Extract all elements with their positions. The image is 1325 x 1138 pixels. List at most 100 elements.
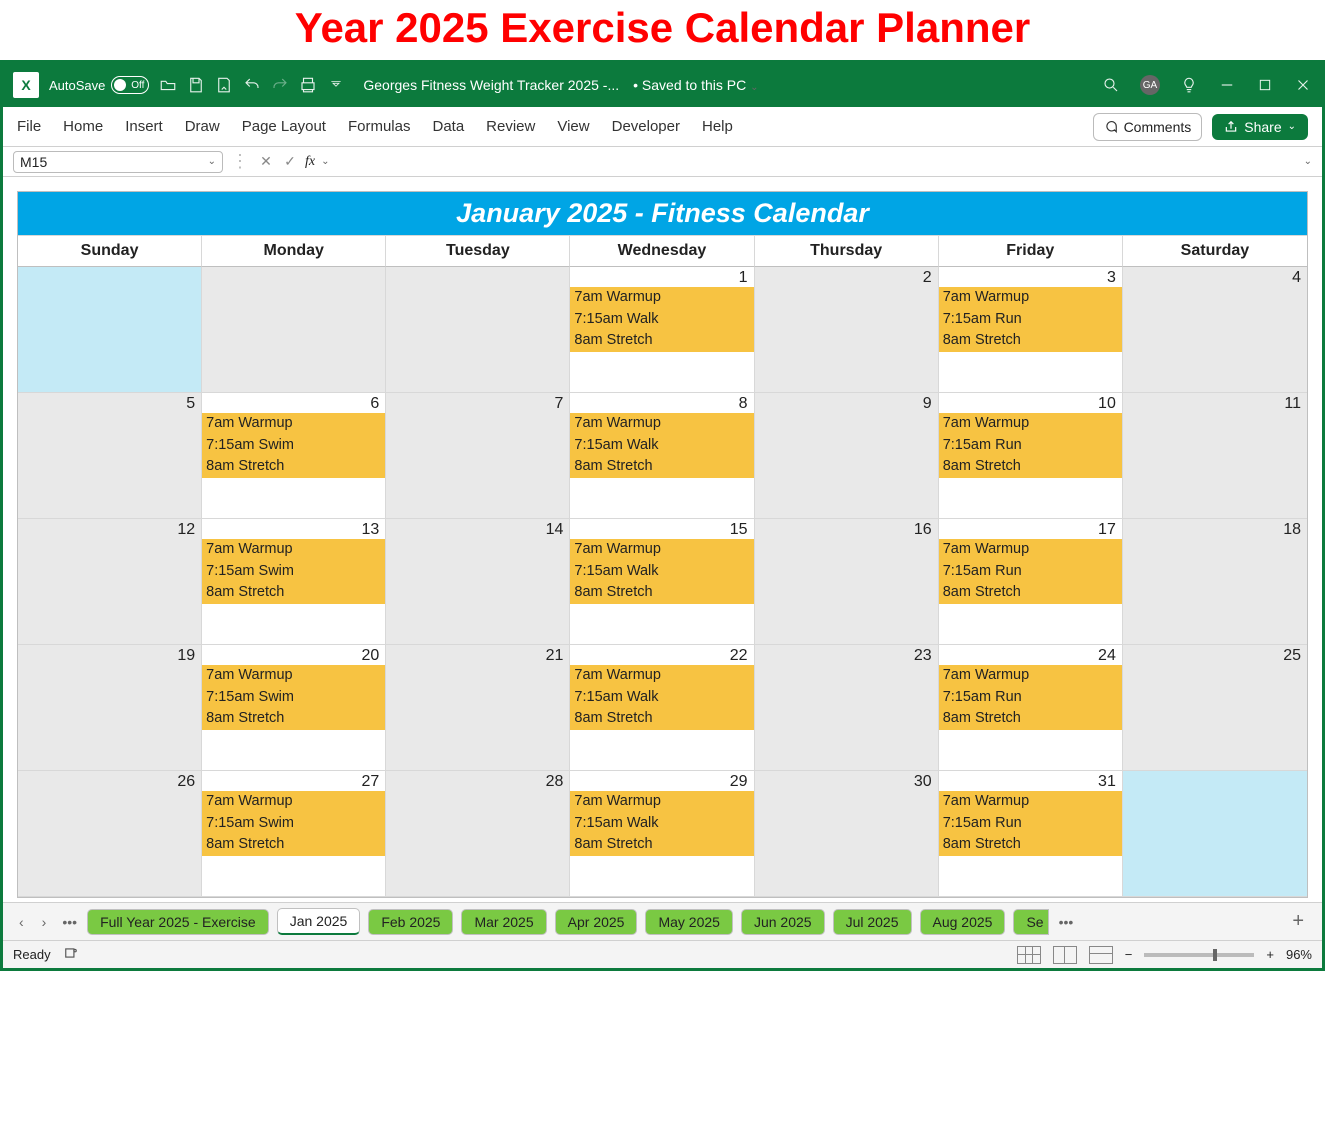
ribbon-tab-home[interactable]: Home bbox=[63, 118, 103, 135]
maximize-icon[interactable] bbox=[1256, 76, 1274, 94]
search-icon[interactable] bbox=[1102, 76, 1120, 94]
calendar-cell[interactable]: 67am Warmup7:15am Swim8am Stretch bbox=[202, 393, 386, 519]
calendar-cell[interactable]: 5 bbox=[18, 393, 202, 519]
sheet-tab[interactable]: Full Year 2025 - Exercise bbox=[87, 909, 269, 935]
sheet-tab[interactable]: Aug 2025 bbox=[920, 909, 1006, 935]
redo-icon[interactable] bbox=[271, 76, 289, 94]
sheet-nav-prev[interactable]: ‹ bbox=[13, 914, 30, 930]
worksheet-area[interactable]: January 2025 - Fitness Calendar SundayMo… bbox=[3, 177, 1322, 902]
sheet-nav-more-left[interactable]: ••• bbox=[58, 914, 81, 930]
ribbon-tab-developer[interactable]: Developer bbox=[612, 118, 680, 135]
sheet-tab[interactable]: May 2025 bbox=[645, 909, 732, 935]
calendar-cell[interactable] bbox=[202, 267, 386, 393]
comments-button[interactable]: Comments bbox=[1093, 113, 1203, 141]
calendar-cell[interactable]: 21 bbox=[386, 645, 570, 771]
autosave-toggle[interactable]: AutoSave Off bbox=[49, 76, 149, 94]
cancel-formula-icon[interactable]: ✕ bbox=[257, 153, 275, 170]
calendar-cell[interactable]: 23 bbox=[755, 645, 939, 771]
calendar-cell[interactable]: 157am Warmup7:15am Walk8am Stretch bbox=[570, 519, 754, 645]
zoom-out-button[interactable]: − bbox=[1125, 947, 1133, 962]
calendar-cell[interactable]: 7 bbox=[386, 393, 570, 519]
calendar-cell[interactable]: 317am Warmup7:15am Run8am Stretch bbox=[939, 771, 1123, 897]
minimize-icon[interactable] bbox=[1218, 76, 1236, 94]
calendar-cell[interactable]: 37am Warmup7:15am Run8am Stretch bbox=[939, 267, 1123, 393]
ribbon-tab-view[interactable]: View bbox=[557, 118, 589, 135]
calendar-cell[interactable]: 9 bbox=[755, 393, 939, 519]
ribbon-tab-data[interactable]: Data bbox=[432, 118, 464, 135]
expand-formula-icon[interactable]: ⌄ bbox=[1304, 156, 1312, 167]
calendar-cell[interactable]: 19 bbox=[18, 645, 202, 771]
calendar-cell[interactable]: 247am Warmup7:15am Run8am Stretch bbox=[939, 645, 1123, 771]
fx-icon[interactable]: fx bbox=[305, 154, 315, 170]
calendar-cell[interactable]: 14 bbox=[386, 519, 570, 645]
save-icon[interactable] bbox=[187, 76, 205, 94]
undo-icon[interactable] bbox=[243, 76, 261, 94]
account-avatar[interactable]: GA bbox=[1140, 75, 1160, 95]
sheet-tab[interactable]: Se bbox=[1013, 909, 1048, 935]
view-normal-icon[interactable] bbox=[1017, 946, 1041, 964]
calendar-cell[interactable]: 16 bbox=[755, 519, 939, 645]
ribbon-tab-draw[interactable]: Draw bbox=[185, 118, 220, 135]
sheet-tab[interactable]: Mar 2025 bbox=[461, 909, 546, 935]
sheet-tab[interactable]: Jun 2025 bbox=[741, 909, 825, 935]
ribbon-tab-page-layout[interactable]: Page Layout bbox=[242, 118, 326, 135]
sheet-tab[interactable]: Apr 2025 bbox=[555, 909, 638, 935]
zoom-level[interactable]: 96% bbox=[1286, 947, 1312, 962]
calendar-cell[interactable]: 25 bbox=[1123, 645, 1307, 771]
sheet-tab[interactable]: Jan 2025 bbox=[277, 908, 361, 935]
calendar-cell[interactable]: 137am Warmup7:15am Swim8am Stretch bbox=[202, 519, 386, 645]
sheet-nav-next[interactable]: › bbox=[36, 914, 53, 930]
calendar-cell[interactable]: 207am Warmup7:15am Swim8am Stretch bbox=[202, 645, 386, 771]
sheet-tab[interactable]: Feb 2025 bbox=[368, 909, 453, 935]
calendar-cell[interactable]: 297am Warmup7:15am Walk8am Stretch bbox=[570, 771, 754, 897]
calendar-cell[interactable]: 107am Warmup7:15am Run8am Stretch bbox=[939, 393, 1123, 519]
calendar-cell[interactable]: 87am Warmup7:15am Walk8am Stretch bbox=[570, 393, 754, 519]
calendar-cell[interactable] bbox=[18, 267, 202, 393]
add-sheet-button[interactable]: + bbox=[1284, 910, 1312, 933]
calendar-cell[interactable]: 26 bbox=[18, 771, 202, 897]
calendar-cell[interactable]: 4 bbox=[1123, 267, 1307, 393]
share-button[interactable]: Share ⌄ bbox=[1212, 114, 1308, 140]
workout-line: 8am Stretch bbox=[570, 708, 753, 730]
qat-overflow-icon[interactable] bbox=[327, 76, 345, 94]
saved-status[interactable]: • Saved to this PC ⌄ bbox=[633, 77, 758, 93]
ribbon-tab-review[interactable]: Review bbox=[486, 118, 535, 135]
print-icon[interactable] bbox=[299, 76, 317, 94]
view-page-break-icon[interactable] bbox=[1089, 946, 1113, 964]
formula-input[interactable] bbox=[336, 151, 1298, 173]
calendar-cell[interactable]: 18 bbox=[1123, 519, 1307, 645]
open-icon[interactable] bbox=[159, 76, 177, 94]
macro-record-icon[interactable] bbox=[63, 946, 79, 963]
calendar-cell[interactable] bbox=[1123, 771, 1307, 897]
ribbon-tab-formulas[interactable]: Formulas bbox=[348, 118, 411, 135]
calendar-cell[interactable]: 227am Warmup7:15am Walk8am Stretch bbox=[570, 645, 754, 771]
date-number: 27 bbox=[202, 771, 385, 791]
calendar-cell[interactable]: 17am Warmup7:15am Walk8am Stretch bbox=[570, 267, 754, 393]
ribbon: File Home Insert Draw Page Layout Formulas Dat… bbox=[3, 107, 1322, 147]
ribbon-tab-help[interactable]: Help bbox=[702, 118, 733, 135]
sheet-tab[interactable]: Jul 2025 bbox=[833, 909, 912, 935]
calendar-cell[interactable]: 11 bbox=[1123, 393, 1307, 519]
date-number: 14 bbox=[386, 519, 569, 539]
calendar-cell[interactable]: 277am Warmup7:15am Swim8am Stretch bbox=[202, 771, 386, 897]
name-box[interactable]: M15⌄ bbox=[13, 151, 223, 173]
calendar-cell[interactable]: 12 bbox=[18, 519, 202, 645]
lightbulb-icon[interactable] bbox=[1180, 76, 1198, 94]
zoom-slider[interactable] bbox=[1144, 953, 1254, 957]
view-page-layout-icon[interactable] bbox=[1053, 946, 1077, 964]
toggle-off-icon[interactable]: Off bbox=[111, 76, 149, 94]
accept-formula-icon[interactable]: ✓ bbox=[281, 153, 299, 170]
ribbon-tab-file[interactable]: File bbox=[17, 118, 41, 135]
calendar-cell[interactable]: 28 bbox=[386, 771, 570, 897]
date-number bbox=[202, 267, 385, 269]
zoom-in-button[interactable]: + bbox=[1266, 947, 1274, 962]
calendar-cell[interactable]: 2 bbox=[755, 267, 939, 393]
ribbon-tab-insert[interactable]: Insert bbox=[125, 118, 163, 135]
calendar-cell[interactable]: 30 bbox=[755, 771, 939, 897]
save-variant-icon[interactable] bbox=[215, 76, 233, 94]
close-icon[interactable] bbox=[1294, 76, 1312, 94]
calendar-cell[interactable]: 177am Warmup7:15am Run8am Stretch bbox=[939, 519, 1123, 645]
sheet-nav-more-right[interactable]: ••• bbox=[1055, 914, 1078, 930]
date-number: 2 bbox=[755, 267, 938, 287]
calendar-cell[interactable] bbox=[386, 267, 570, 393]
